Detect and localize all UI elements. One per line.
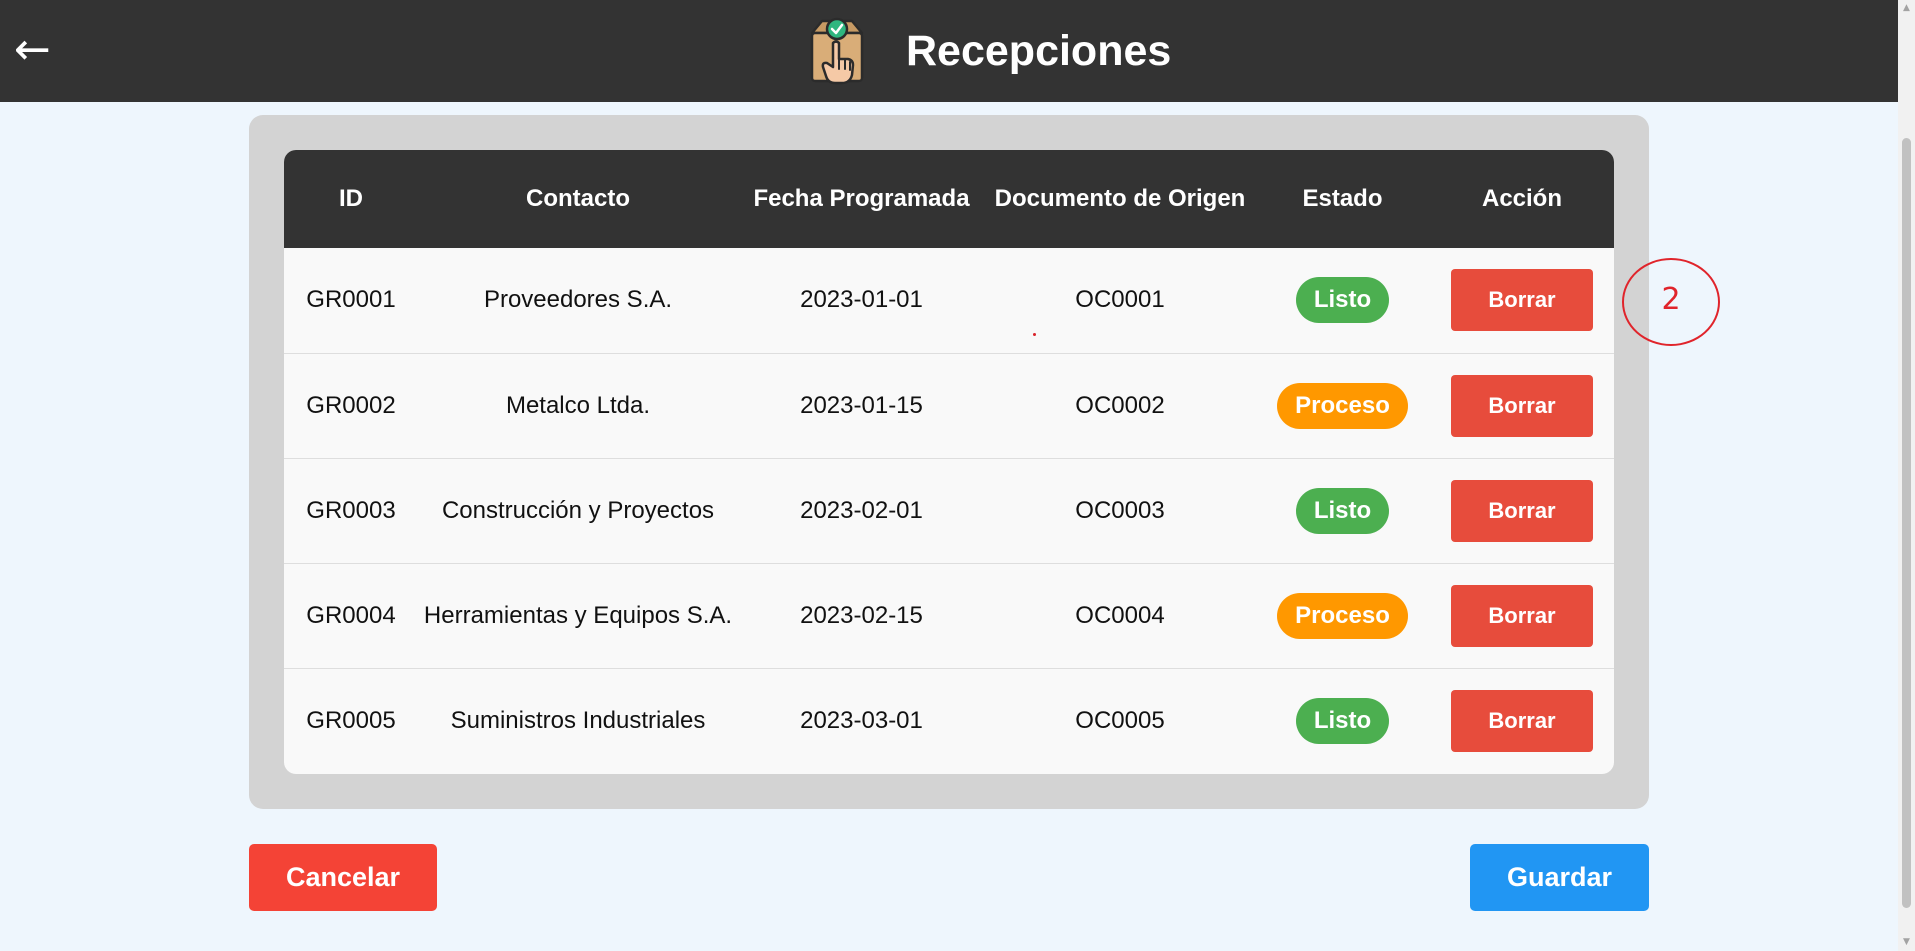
column-header-id: ID — [339, 185, 363, 212]
table-row: GR0005 Suministros Industriales 2023-03-… — [284, 668, 1614, 773]
cell-documento: OC0005 — [1075, 706, 1165, 734]
status-badge: Listo — [1295, 697, 1390, 744]
table-row: GR0002 Metalco Ltda. 2023-01-15 OC0002 P… — [284, 353, 1614, 458]
delete-button[interactable]: Borrar — [1451, 584, 1593, 647]
cell-id: GR0004 — [306, 601, 396, 629]
status-badge: Listo — [1295, 277, 1390, 324]
scroll-down-icon[interactable]: ▼ — [1898, 934, 1915, 951]
back-arrow-icon[interactable]: ← — [14, 22, 64, 78]
cell-documento: OC0003 — [1075, 496, 1165, 524]
delete-button[interactable]: Borrar — [1451, 479, 1593, 542]
delete-button[interactable]: Borrar — [1451, 269, 1593, 332]
table-row: GR0003 Construcción y Proyectos 2023-02-… — [284, 458, 1614, 563]
column-header-estado: Estado — [1302, 185, 1383, 212]
save-button[interactable]: Guardar — [1470, 844, 1649, 911]
cancel-button[interactable]: Cancelar — [249, 844, 437, 911]
column-header-accion: Acción — [1481, 185, 1562, 212]
cell-contacto: Construcción y Proyectos — [441, 496, 715, 524]
delete-button[interactable]: Borrar — [1451, 689, 1593, 752]
page-title: Recepciones — [906, 26, 1172, 75]
brand: Recepciones — [806, 12, 1171, 90]
cell-contacto: Proveedores S.A. — [483, 286, 673, 314]
scroll-up-icon[interactable]: ▲ — [1898, 0, 1915, 17]
cell-id: GR0002 — [306, 391, 396, 419]
cell-fecha: 2023-02-01 — [800, 496, 923, 524]
cell-documento: OC0002 — [1075, 391, 1165, 419]
cell-fecha: 2023-01-15 — [800, 391, 923, 419]
column-header-contacto: Contacto — [526, 185, 630, 212]
status-badge: Proceso — [1277, 382, 1408, 429]
annotation-dot — [1033, 333, 1036, 336]
cell-contacto: Herramientas y Equipos S.A. — [423, 601, 733, 629]
status-badge: Listo — [1295, 487, 1390, 534]
cell-contacto: Metalco Ltda. — [505, 391, 651, 419]
cell-fecha: 2023-02-15 — [800, 601, 923, 629]
top-bar: ← Recepciones — [0, 0, 1898, 102]
cell-id: GR0001 — [306, 286, 396, 314]
scrollbar[interactable]: ▲ ▼ — [1898, 0, 1915, 951]
table-row: GR0001 Proveedores S.A. 2023-01-01 OC000… — [284, 248, 1614, 353]
cell-fecha: 2023-01-01 — [800, 286, 923, 314]
receptions-table: ID Contacto Fecha Programada Documento d… — [284, 150, 1614, 774]
cell-documento: OC0004 — [1075, 601, 1165, 629]
column-header-fecha: Fecha Programada — [753, 185, 970, 212]
cell-documento: OC0001 — [1075, 286, 1165, 314]
box-hand-check-icon — [810, 17, 864, 85]
cell-contacto: Suministros Industriales — [450, 706, 706, 734]
delete-button[interactable]: Borrar — [1451, 374, 1593, 437]
cell-fecha: 2023-03-01 — [800, 706, 923, 734]
cell-id: GR0005 — [306, 706, 396, 734]
table-row: GR0004 Herramientas y Equipos S.A. 2023-… — [284, 563, 1614, 668]
table-panel: ID Contacto Fecha Programada Documento d… — [249, 115, 1649, 809]
table-header: ID Contacto Fecha Programada Documento d… — [284, 150, 1614, 248]
cell-id: GR0003 — [306, 496, 396, 524]
scrollbar-thumb[interactable] — [1902, 138, 1911, 908]
status-badge: Proceso — [1277, 592, 1408, 639]
column-header-documento: Documento de Origen — [994, 185, 1246, 212]
annotation-number: 2 — [1661, 282, 1681, 317]
